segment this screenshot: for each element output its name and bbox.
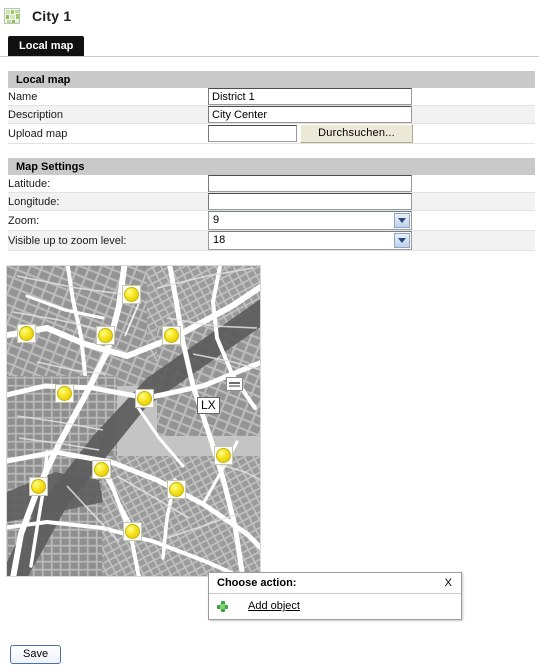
close-icon[interactable]: X bbox=[443, 577, 454, 589]
label-description: Description bbox=[8, 108, 64, 121]
field-visible-zoom-level: 18 bbox=[208, 231, 535, 251]
map-thumbnail-icon bbox=[4, 7, 20, 24]
green-plus-icon bbox=[217, 600, 228, 612]
page-title: City 1 bbox=[32, 7, 72, 24]
upload-file-path-input[interactable] bbox=[208, 124, 297, 142]
form-row-description: Description bbox=[8, 105, 535, 124]
zoom-select-value: 9 bbox=[213, 214, 220, 226]
map-label-lx[interactable]: LX bbox=[197, 397, 220, 414]
description-input[interactable] bbox=[208, 106, 412, 123]
field-description bbox=[208, 106, 535, 124]
chevron-down-icon[interactable] bbox=[394, 233, 410, 248]
label-upload-map: Upload map bbox=[8, 127, 68, 140]
visible-zoom-level-select[interactable]: 18 bbox=[208, 231, 412, 250]
form-row-upload-map: Upload map Durchsuchen... bbox=[8, 123, 535, 144]
field-name bbox=[208, 88, 535, 106]
field-latitude bbox=[208, 175, 535, 193]
form-local-map: Name Description Upload map Durchsuchen.… bbox=[8, 88, 535, 144]
map-marker[interactable] bbox=[162, 326, 181, 345]
label-visible-zoom-level: Visible up to zoom level: bbox=[8, 234, 127, 247]
label-longitude: Longitude: bbox=[8, 195, 60, 208]
visible-zoom-level-select-value: 18 bbox=[213, 234, 226, 246]
form-row-name: Name bbox=[8, 88, 535, 106]
chevron-down-icon[interactable] bbox=[394, 213, 410, 228]
form-map-settings: Latitude: Longitude: Zoom: 9 Visible up … bbox=[8, 175, 535, 251]
field-upload-map: Durchsuchen... bbox=[208, 124, 535, 144]
add-object-link[interactable]: Add object bbox=[248, 600, 300, 612]
latitude-input[interactable] bbox=[208, 175, 412, 192]
label-name: Name bbox=[8, 90, 38, 103]
popup-body: Add object bbox=[209, 594, 461, 619]
popup-header: Choose action: X bbox=[209, 573, 461, 594]
map-marker[interactable] bbox=[17, 324, 36, 343]
zoom-select[interactable]: 9 bbox=[208, 211, 412, 230]
save-button[interactable]: Save bbox=[10, 645, 62, 664]
browse-button[interactable]: Durchsuchen... bbox=[300, 124, 414, 143]
section-map-settings: Map Settings Latitude: Longitude: Zoom: … bbox=[8, 158, 535, 251]
section-header-map-settings: Map Settings bbox=[8, 158, 535, 175]
map-marker[interactable] bbox=[92, 460, 111, 479]
longitude-input[interactable] bbox=[208, 193, 412, 210]
building-marker-icon[interactable] bbox=[226, 377, 243, 391]
map-marker[interactable] bbox=[29, 477, 48, 496]
section-header-local-map: Local map bbox=[8, 71, 535, 88]
label-latitude: Latitude: bbox=[8, 177, 51, 190]
map-marker[interactable] bbox=[123, 522, 142, 541]
field-longitude bbox=[208, 193, 535, 211]
choose-action-popup: Choose action: X Add object bbox=[208, 572, 462, 620]
section-local-map: Local map Name Description Upload map Du… bbox=[8, 71, 535, 144]
tab-local-map[interactable]: Local map bbox=[8, 36, 85, 57]
label-zoom: Zoom: bbox=[8, 214, 40, 227]
form-row-longitude: Longitude: bbox=[8, 192, 535, 211]
map-marker[interactable] bbox=[214, 446, 233, 465]
map-marker[interactable] bbox=[122, 285, 141, 304]
name-input[interactable] bbox=[208, 88, 412, 105]
form-row-visible-zoom-level: Visible up to zoom level: 18 bbox=[8, 230, 535, 251]
popup-title: Choose action: bbox=[217, 577, 297, 589]
footer: Save bbox=[10, 645, 62, 664]
map-marker[interactable] bbox=[96, 326, 115, 345]
page-header: City 1 bbox=[0, 0, 539, 26]
field-zoom: 9 bbox=[208, 211, 535, 231]
map-marker[interactable] bbox=[55, 384, 74, 403]
map-marker[interactable] bbox=[135, 389, 154, 408]
form-row-zoom: Zoom: 9 bbox=[8, 210, 535, 231]
local-map-canvas[interactable]: LX bbox=[6, 265, 261, 577]
map-marker[interactable] bbox=[167, 480, 186, 499]
form-row-latitude: Latitude: bbox=[8, 175, 535, 193]
tab-strip: Local map bbox=[0, 36, 539, 57]
tab-underline bbox=[0, 56, 539, 57]
